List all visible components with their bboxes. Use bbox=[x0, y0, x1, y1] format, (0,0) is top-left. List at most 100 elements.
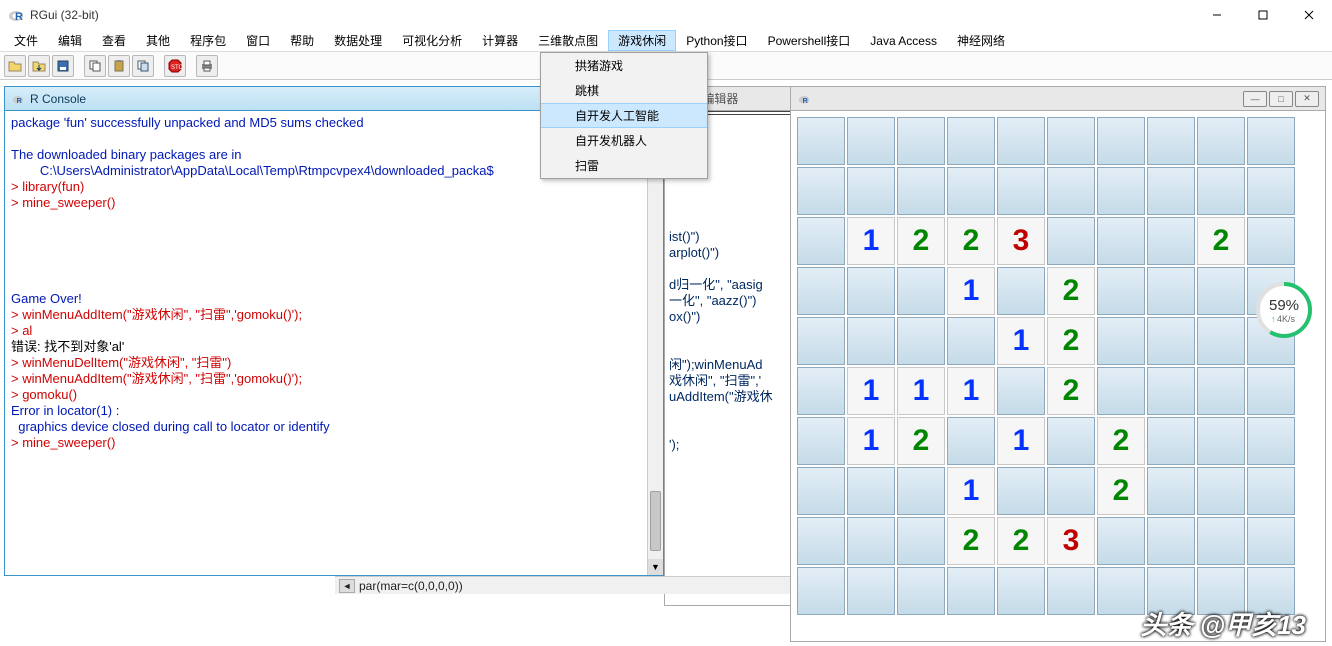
mine-cell-0-3[interactable] bbox=[947, 117, 995, 165]
mine-cell-4-4[interactable]: 1 bbox=[997, 317, 1045, 365]
mine-cell-8-0[interactable] bbox=[797, 517, 845, 565]
r-console-body[interactable]: package 'fun' successfully unpacked and … bbox=[5, 111, 663, 575]
menu-窗口[interactable]: 窗口 bbox=[236, 30, 280, 51]
mine-cell-4-0[interactable] bbox=[797, 317, 845, 365]
copy-button[interactable] bbox=[84, 55, 106, 77]
mine-cell-3-8[interactable] bbox=[1197, 267, 1245, 315]
console-scrollbar[interactable]: ▲ ▼ bbox=[647, 111, 663, 575]
mine-cell-8-8[interactable] bbox=[1197, 517, 1245, 565]
mine-cell-2-0[interactable] bbox=[797, 217, 845, 265]
r-editor-body[interactable]: 化") ist()")arplot()") d归一化", "aasig一化", … bbox=[665, 115, 803, 605]
mine-cell-1-0[interactable] bbox=[797, 167, 845, 215]
mine-cell-0-7[interactable] bbox=[1147, 117, 1195, 165]
print-button[interactable] bbox=[196, 55, 218, 77]
mine-cell-3-0[interactable] bbox=[797, 267, 845, 315]
mine-cell-4-3[interactable] bbox=[947, 317, 995, 365]
mine-cell-0-4[interactable] bbox=[997, 117, 1045, 165]
mine-cell-4-8[interactable] bbox=[1197, 317, 1245, 365]
mine-cell-2-9[interactable] bbox=[1247, 217, 1295, 265]
mine-cell-0-1[interactable] bbox=[847, 117, 895, 165]
maximize-button[interactable] bbox=[1240, 0, 1286, 30]
mine-cell-7-3[interactable]: 1 bbox=[947, 467, 995, 515]
scroll-left-icon[interactable]: ◄ bbox=[339, 579, 355, 593]
minesweeper-titlebar[interactable]: R — □ ✕ bbox=[791, 87, 1325, 111]
mine-cell-5-0[interactable] bbox=[797, 367, 845, 415]
dropdown-item-3[interactable]: 自开发机器人 bbox=[541, 128, 707, 153]
mine-cell-5-5[interactable]: 2 bbox=[1047, 367, 1095, 415]
menu-其他[interactable]: 其他 bbox=[136, 30, 180, 51]
stop-button[interactable]: STOP bbox=[164, 55, 186, 77]
copy2-button[interactable] bbox=[132, 55, 154, 77]
mine-cell-7-5[interactable] bbox=[1047, 467, 1095, 515]
mine-cell-7-9[interactable] bbox=[1247, 467, 1295, 515]
mine-cell-4-6[interactable] bbox=[1097, 317, 1145, 365]
mine-cell-5-4[interactable] bbox=[997, 367, 1045, 415]
mine-cell-1-6[interactable] bbox=[1097, 167, 1145, 215]
mine-cell-6-6[interactable]: 2 bbox=[1097, 417, 1145, 465]
dropdown-item-2[interactable]: 自开发人工智能 bbox=[541, 103, 707, 128]
mine-cell-7-2[interactable] bbox=[897, 467, 945, 515]
mine-cell-1-2[interactable] bbox=[897, 167, 945, 215]
mine-cell-6-0[interactable] bbox=[797, 417, 845, 465]
close-button[interactable] bbox=[1286, 0, 1332, 30]
menu-Powershell接口[interactable]: Powershell接口 bbox=[758, 30, 861, 51]
mine-cell-8-5[interactable]: 3 bbox=[1047, 517, 1095, 565]
mine-cell-0-2[interactable] bbox=[897, 117, 945, 165]
scroll-thumb[interactable] bbox=[650, 491, 661, 551]
minimize-button[interactable] bbox=[1194, 0, 1240, 30]
mine-cell-5-2[interactable]: 1 bbox=[897, 367, 945, 415]
menu-神经网络[interactable]: 神经网络 bbox=[947, 30, 1015, 51]
menu-数据处理[interactable]: 数据处理 bbox=[324, 30, 392, 51]
menu-游戏休闲[interactable]: 游戏休闲 bbox=[608, 30, 676, 51]
mine-cell-1-5[interactable] bbox=[1047, 167, 1095, 215]
mine-cell-2-1[interactable]: 1 bbox=[847, 217, 895, 265]
mine-cell-0-8[interactable] bbox=[1197, 117, 1245, 165]
menu-Python接口[interactable]: Python接口 bbox=[676, 30, 757, 51]
mine-cell-7-7[interactable] bbox=[1147, 467, 1195, 515]
mdi-minimize-button[interactable]: — bbox=[1243, 91, 1267, 107]
paste-button[interactable] bbox=[108, 55, 130, 77]
mine-cell-0-0[interactable] bbox=[797, 117, 845, 165]
mine-cell-3-4[interactable] bbox=[997, 267, 1045, 315]
mine-cell-3-5[interactable]: 2 bbox=[1047, 267, 1095, 315]
mine-cell-8-7[interactable] bbox=[1147, 517, 1195, 565]
mine-cell-7-0[interactable] bbox=[797, 467, 845, 515]
mine-cell-6-1[interactable]: 1 bbox=[847, 417, 895, 465]
mine-cell-2-8[interactable]: 2 bbox=[1197, 217, 1245, 265]
mine-cell-1-1[interactable] bbox=[847, 167, 895, 215]
mine-cell-5-3[interactable]: 1 bbox=[947, 367, 995, 415]
menu-程序包[interactable]: 程序包 bbox=[180, 30, 236, 51]
mdi-maximize-button[interactable]: □ bbox=[1269, 91, 1293, 107]
network-speed-widget[interactable]: 59% 4K/s ↑ bbox=[1254, 280, 1314, 343]
menu-查看[interactable]: 查看 bbox=[92, 30, 136, 51]
mine-cell-9-3[interactable] bbox=[947, 567, 995, 615]
menu-Java Access[interactable]: Java Access bbox=[860, 32, 947, 50]
mine-cell-4-5[interactable]: 2 bbox=[1047, 317, 1095, 365]
mine-cell-9-4[interactable] bbox=[997, 567, 1045, 615]
mdi-close-button[interactable]: ✕ bbox=[1295, 91, 1319, 107]
mine-cell-2-7[interactable] bbox=[1147, 217, 1195, 265]
mine-cell-9-1[interactable] bbox=[847, 567, 895, 615]
mine-cell-0-5[interactable] bbox=[1047, 117, 1095, 165]
mine-cell-7-8[interactable] bbox=[1197, 467, 1245, 515]
mine-cell-9-5[interactable] bbox=[1047, 567, 1095, 615]
menu-文件[interactable]: 文件 bbox=[4, 30, 48, 51]
mine-cell-2-4[interactable]: 3 bbox=[997, 217, 1045, 265]
mine-cell-3-6[interactable] bbox=[1097, 267, 1145, 315]
mine-cell-6-8[interactable] bbox=[1197, 417, 1245, 465]
save-button[interactable] bbox=[52, 55, 74, 77]
mine-cell-2-3[interactable]: 2 bbox=[947, 217, 995, 265]
menu-编辑[interactable]: 编辑 bbox=[48, 30, 92, 51]
mine-cell-6-4[interactable]: 1 bbox=[997, 417, 1045, 465]
mine-cell-4-2[interactable] bbox=[897, 317, 945, 365]
mine-cell-6-9[interactable] bbox=[1247, 417, 1295, 465]
mine-cell-8-4[interactable]: 2 bbox=[997, 517, 1045, 565]
scroll-down-icon[interactable]: ▼ bbox=[648, 559, 663, 575]
mine-cell-5-6[interactable] bbox=[1097, 367, 1145, 415]
mine-cell-6-2[interactable]: 2 bbox=[897, 417, 945, 465]
mine-cell-1-9[interactable] bbox=[1247, 167, 1295, 215]
mine-cell-5-8[interactable] bbox=[1197, 367, 1245, 415]
mine-cell-8-2[interactable] bbox=[897, 517, 945, 565]
mine-cell-6-5[interactable] bbox=[1047, 417, 1095, 465]
mine-cell-9-6[interactable] bbox=[1097, 567, 1145, 615]
